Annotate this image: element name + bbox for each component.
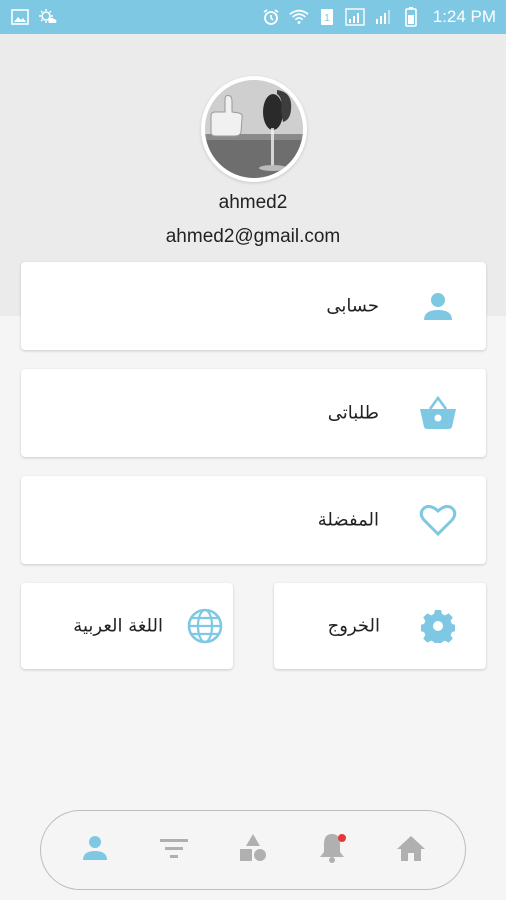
gallery-icon — [10, 7, 30, 27]
status-time: 1:24 PM — [432, 7, 496, 26]
signal-2-icon — [373, 7, 393, 27]
orders-label: طلباتى — [327, 402, 379, 424]
weather-icon — [38, 7, 58, 27]
logout-menu-card[interactable]: الخروج — [274, 583, 486, 669]
favorites-label: المفضلة — [317, 509, 379, 531]
globe-icon — [185, 606, 225, 646]
battery-icon — [401, 7, 421, 27]
avatar-photo — [205, 80, 303, 178]
orders-menu-card[interactable]: طلباتى — [21, 369, 486, 457]
nav-categories-button[interactable] — [225, 822, 281, 878]
logout-label: الخروج — [327, 615, 380, 637]
account-label: حسابى — [326, 295, 379, 317]
nav-notifications-button[interactable] — [304, 822, 360, 878]
filter-icon — [159, 837, 189, 863]
account-menu-card[interactable]: حسابى — [21, 262, 486, 350]
svg-text:1: 1 — [324, 13, 330, 24]
home-icon — [396, 834, 426, 866]
language-label: اللغة العربية — [73, 615, 163, 637]
nav-home-button[interactable] — [383, 822, 439, 878]
bottom-navigation — [40, 810, 466, 890]
status-bar: 1 1:24 PM — [0, 0, 506, 34]
heart-icon — [418, 500, 458, 540]
nav-filter-button[interactable] — [146, 822, 202, 878]
person-icon — [418, 286, 458, 326]
language-menu-card[interactable]: اللغة العربية — [21, 583, 233, 669]
nav-profile-button[interactable] — [67, 822, 123, 878]
person-icon — [81, 834, 109, 866]
alarm-icon — [261, 7, 281, 27]
signal-icon — [344, 7, 365, 27]
basket-icon — [418, 393, 458, 433]
sim-1-icon: 1 — [317, 7, 337, 27]
shapes-icon — [238, 833, 268, 867]
user-name: ahmed2 — [218, 192, 288, 213]
avatar[interactable] — [201, 76, 307, 182]
user-email: ahmed2@gmail.com — [165, 226, 341, 247]
favorites-menu-card[interactable]: المفضلة — [21, 476, 486, 564]
wifi-icon — [289, 7, 309, 27]
gear-icon — [418, 606, 458, 646]
